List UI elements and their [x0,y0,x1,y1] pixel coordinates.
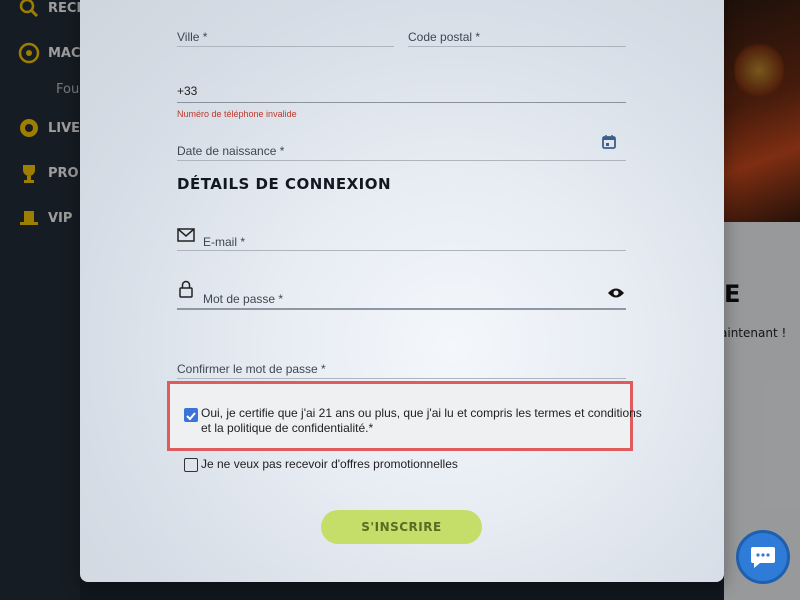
email-input[interactable] [177,250,626,251]
password-input[interactable] [177,308,626,310]
lock-icon [179,280,193,302]
password-label: Mot de passe * [203,292,284,306]
register-button[interactable]: S'INSCRIRE [321,510,482,544]
promo-opt-out-checkbox[interactable] [184,458,198,472]
email-label: E-mail * [203,235,246,249]
confirm-password-label: Confirmer le mot de passe * [177,362,326,376]
calendar-icon[interactable] [601,134,617,154]
confirm-password-input[interactable] [177,378,626,379]
registration-modal: Ville * Code postal * +33 Numéro de télé… [80,0,724,582]
chat-bubble-icon [751,547,775,568]
checkmark-icon [186,412,196,421]
phone-input-value[interactable]: +33 [177,84,197,98]
birthdate-label: Date de naissance * [177,144,285,158]
phone-error: Numéro de téléphone invalide [177,109,297,119]
chat-button[interactable] [736,530,790,584]
postal-code-label: Code postal * [408,30,481,44]
show-password-eye-icon[interactable] [607,284,625,303]
promo-opt-out-label: Je ne veux pas recevoir d'offres promoti… [201,457,458,471]
terms-text-line2: et la politique de confidentialité.* [201,421,374,435]
section-title: DÉTAILS DE CONNEXION [177,175,392,193]
terms-text-line1: Oui, je certifie que j'ai 21 ans ou plus… [201,406,642,420]
postal-code-input[interactable] [408,46,626,47]
birthdate-input[interactable] [177,160,626,161]
city-label: Ville * [177,30,208,44]
city-input[interactable] [177,46,394,47]
terms-checkbox[interactable] [184,408,198,422]
phone-input[interactable] [177,102,626,103]
mail-icon [177,227,195,246]
